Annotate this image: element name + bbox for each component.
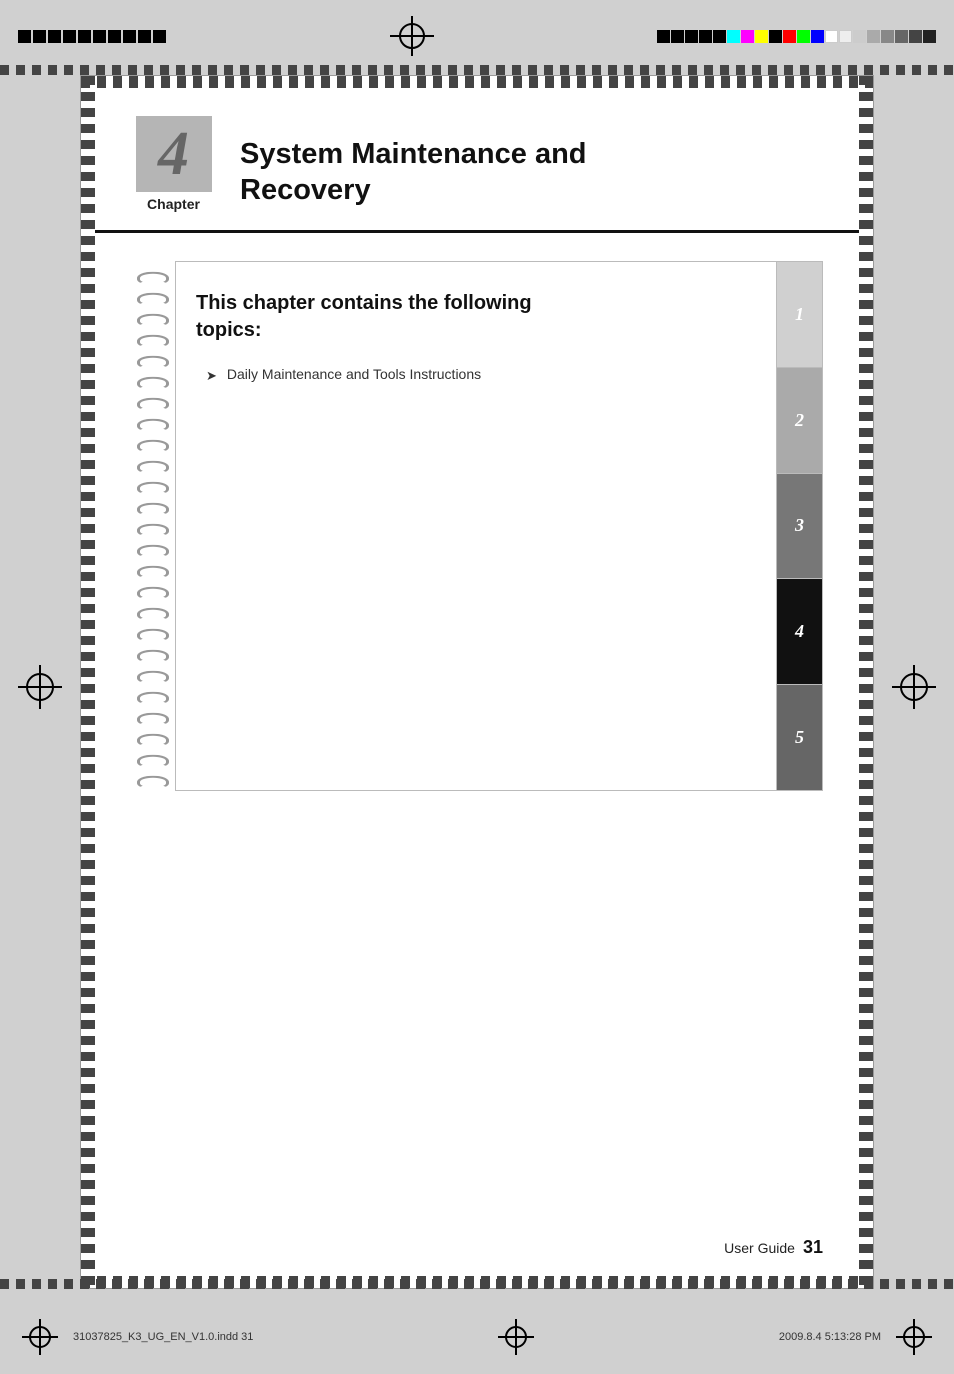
spiral-ring xyxy=(137,335,169,348)
top-dashes-strip xyxy=(0,65,954,75)
spiral-ring xyxy=(137,398,169,411)
tab-3[interactable]: 3 xyxy=(777,474,822,580)
top-print-area xyxy=(0,0,954,65)
black-square xyxy=(153,30,166,43)
bottom-dashes-strip xyxy=(0,1279,954,1289)
chapter-title: System Maintenance and Recovery xyxy=(240,136,823,213)
notebook-paper: This chapter contains the following topi… xyxy=(175,261,777,791)
footer-label: User Guide xyxy=(724,1240,795,1256)
black-square xyxy=(713,30,726,43)
bottom-crosshair-right xyxy=(896,1319,932,1355)
right-color-bars xyxy=(657,30,936,43)
chapter-header: 4 Chapter System Maintenance and Recover… xyxy=(95,88,859,233)
spiral-ring xyxy=(137,545,169,558)
spiral-ring xyxy=(137,587,169,600)
chapter-label: Chapter xyxy=(147,196,200,212)
spiral-ring xyxy=(137,419,169,432)
bottom-crosshair-left xyxy=(22,1319,58,1355)
bottom-bar: 31037825_K3_UG_EN_V1.0.indd 31 2009.8.4 … xyxy=(0,1289,954,1374)
spiral-ring xyxy=(137,440,169,453)
left-registration-marks xyxy=(18,30,166,43)
tab-5[interactable]: 5 xyxy=(777,685,822,790)
spiral-ring xyxy=(137,356,169,369)
tab-4-label: 4 xyxy=(795,621,804,642)
chapter-title-line2: Recovery xyxy=(240,172,823,208)
topics-heading: This chapter contains the following topi… xyxy=(196,290,750,344)
spiral-ring xyxy=(137,755,169,768)
spiral-ring xyxy=(137,629,169,642)
spiral-ring xyxy=(137,377,169,390)
heading-line2: topics: xyxy=(196,319,262,341)
tab-1-label: 1 xyxy=(795,304,804,325)
bottom-file-info: 31037825_K3_UG_EN_V1.0.indd 31 xyxy=(73,1331,253,1343)
chapter-tabs: 1 2 3 4 5 xyxy=(777,261,823,791)
tab-5-label: 5 xyxy=(795,727,804,748)
spiral-ring xyxy=(137,608,169,621)
black-square xyxy=(18,30,31,43)
bottom-date-info: 2009.8.4 5:13:28 PM xyxy=(779,1331,881,1343)
heading-line1: This chapter contains the following xyxy=(196,292,532,314)
black-square xyxy=(93,30,106,43)
black-square xyxy=(699,30,712,43)
spiral-ring xyxy=(137,671,169,684)
top-crosshair xyxy=(390,16,434,56)
tab-3-label: 3 xyxy=(795,515,804,536)
bottom-crosshair-center xyxy=(498,1319,534,1355)
black-square xyxy=(123,30,136,43)
spiral-ring xyxy=(137,692,169,705)
topic-text: Daily Maintenance and Tools Instructions xyxy=(227,366,481,382)
notebook-section: This chapter contains the following topi… xyxy=(95,233,859,811)
spiral-binding xyxy=(131,261,175,791)
main-page: 4 Chapter System Maintenance and Recover… xyxy=(80,75,874,1289)
spiral-ring xyxy=(137,734,169,747)
black-square xyxy=(78,30,91,43)
spiral-ring xyxy=(137,482,169,495)
topic-item: ➤ Daily Maintenance and Tools Instructio… xyxy=(206,366,750,384)
black-square xyxy=(63,30,76,43)
tab-2[interactable]: 2 xyxy=(777,368,822,474)
spiral-ring xyxy=(137,272,169,285)
spiral-ring xyxy=(137,524,169,537)
spiral-ring xyxy=(137,503,169,516)
topic-list: ➤ Daily Maintenance and Tools Instructio… xyxy=(196,366,750,384)
chapter-number-background: 4 xyxy=(136,116,212,192)
chapter-title-line1: System Maintenance and xyxy=(240,136,823,172)
chapter-number-block: 4 Chapter xyxy=(131,116,216,212)
page-footer: User Guide 31 xyxy=(724,1237,823,1258)
black-square xyxy=(657,30,670,43)
tab-2-label: 2 xyxy=(795,410,804,431)
spiral-ring xyxy=(137,650,169,663)
topic-arrow-icon: ➤ xyxy=(206,368,217,384)
top-dash-border xyxy=(81,76,873,88)
spiral-ring xyxy=(137,713,169,726)
bottom-left-crosshair: 31037825_K3_UG_EN_V1.0.indd 31 xyxy=(22,1319,253,1355)
left-side-crosshair xyxy=(18,665,62,709)
black-square xyxy=(108,30,121,43)
tab-1[interactable]: 1 xyxy=(777,262,822,368)
page-inner-content: 4 Chapter System Maintenance and Recover… xyxy=(95,88,859,1276)
left-dash-border xyxy=(81,76,95,1288)
bottom-right-area: 2009.8.4 5:13:28 PM xyxy=(779,1319,932,1355)
spiral-ring xyxy=(137,461,169,474)
black-square xyxy=(685,30,698,43)
black-square xyxy=(138,30,151,43)
spiral-ring xyxy=(137,566,169,579)
right-side-crosshair xyxy=(892,665,936,709)
tab-4[interactable]: 4 xyxy=(777,579,822,685)
spiral-ring xyxy=(137,314,169,327)
right-dash-border xyxy=(859,76,873,1288)
black-square xyxy=(48,30,61,43)
chapter-number-digit: 4 xyxy=(158,123,189,185)
black-square xyxy=(33,30,46,43)
spiral-ring xyxy=(137,776,169,789)
spiral-ring xyxy=(137,293,169,306)
black-square xyxy=(671,30,684,43)
footer-page-number: 31 xyxy=(803,1237,823,1258)
